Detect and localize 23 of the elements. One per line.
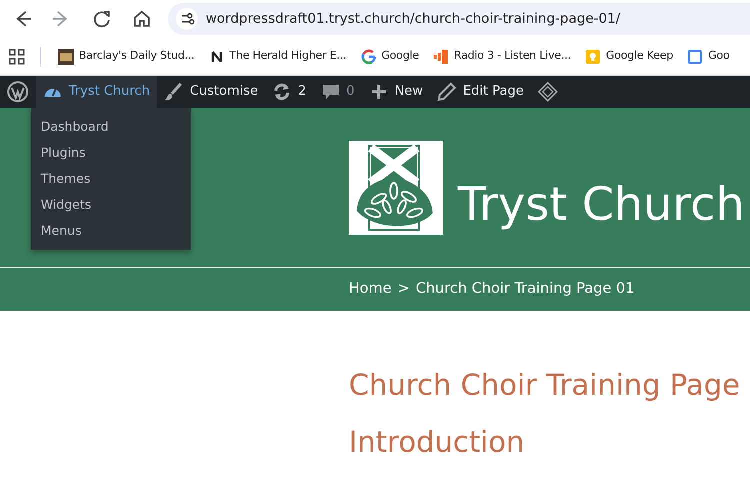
url-text: wordpressdraft01.tryst.church/church-choir-training-page-01/	[206, 10, 620, 29]
breadcrumb-link[interactable]: Home	[349, 278, 392, 300]
admin-bar-item[interactable]: Customise	[157, 76, 266, 108]
page-title: Church Choir Training Page	[349, 371, 742, 400]
admin-bar-item[interactable]: 2	[265, 76, 314, 108]
address-bar[interactable]: wordpressdraft01.tryst.church/church-choir-training-page-01/	[168, 3, 750, 35]
menu-item[interactable]: Menus	[31, 218, 92, 244]
admin-bar-item[interactable]: Edit Page	[430, 76, 531, 108]
bookmark[interactable]: Radio 3 - Listen Live...	[430, 46, 574, 67]
breadcrumb-separator: >	[398, 280, 410, 299]
bookmark[interactable]: The Herald Higher E...	[206, 46, 350, 67]
menu-item[interactable]: Themes	[31, 166, 101, 192]
menu-item[interactable]: Dashboard	[31, 114, 119, 140]
section-heading: Introduction	[349, 428, 526, 457]
menu-item[interactable]: Plugins	[31, 140, 96, 166]
bookmark[interactable]: Google	[358, 46, 422, 67]
bookmark[interactable]: Google Keep	[582, 46, 676, 67]
bookmark[interactable]: Barclay's Daily Stud...	[55, 46, 198, 67]
admin-bar-item[interactable]: New	[362, 76, 430, 108]
bookmark[interactable]: Goo	[684, 46, 733, 67]
menu-item[interactable]: Widgets	[31, 192, 102, 218]
admin-bar-item[interactable]: Tryst Church	[36, 76, 158, 108]
admin-bar-item[interactable]: 0	[314, 76, 362, 108]
